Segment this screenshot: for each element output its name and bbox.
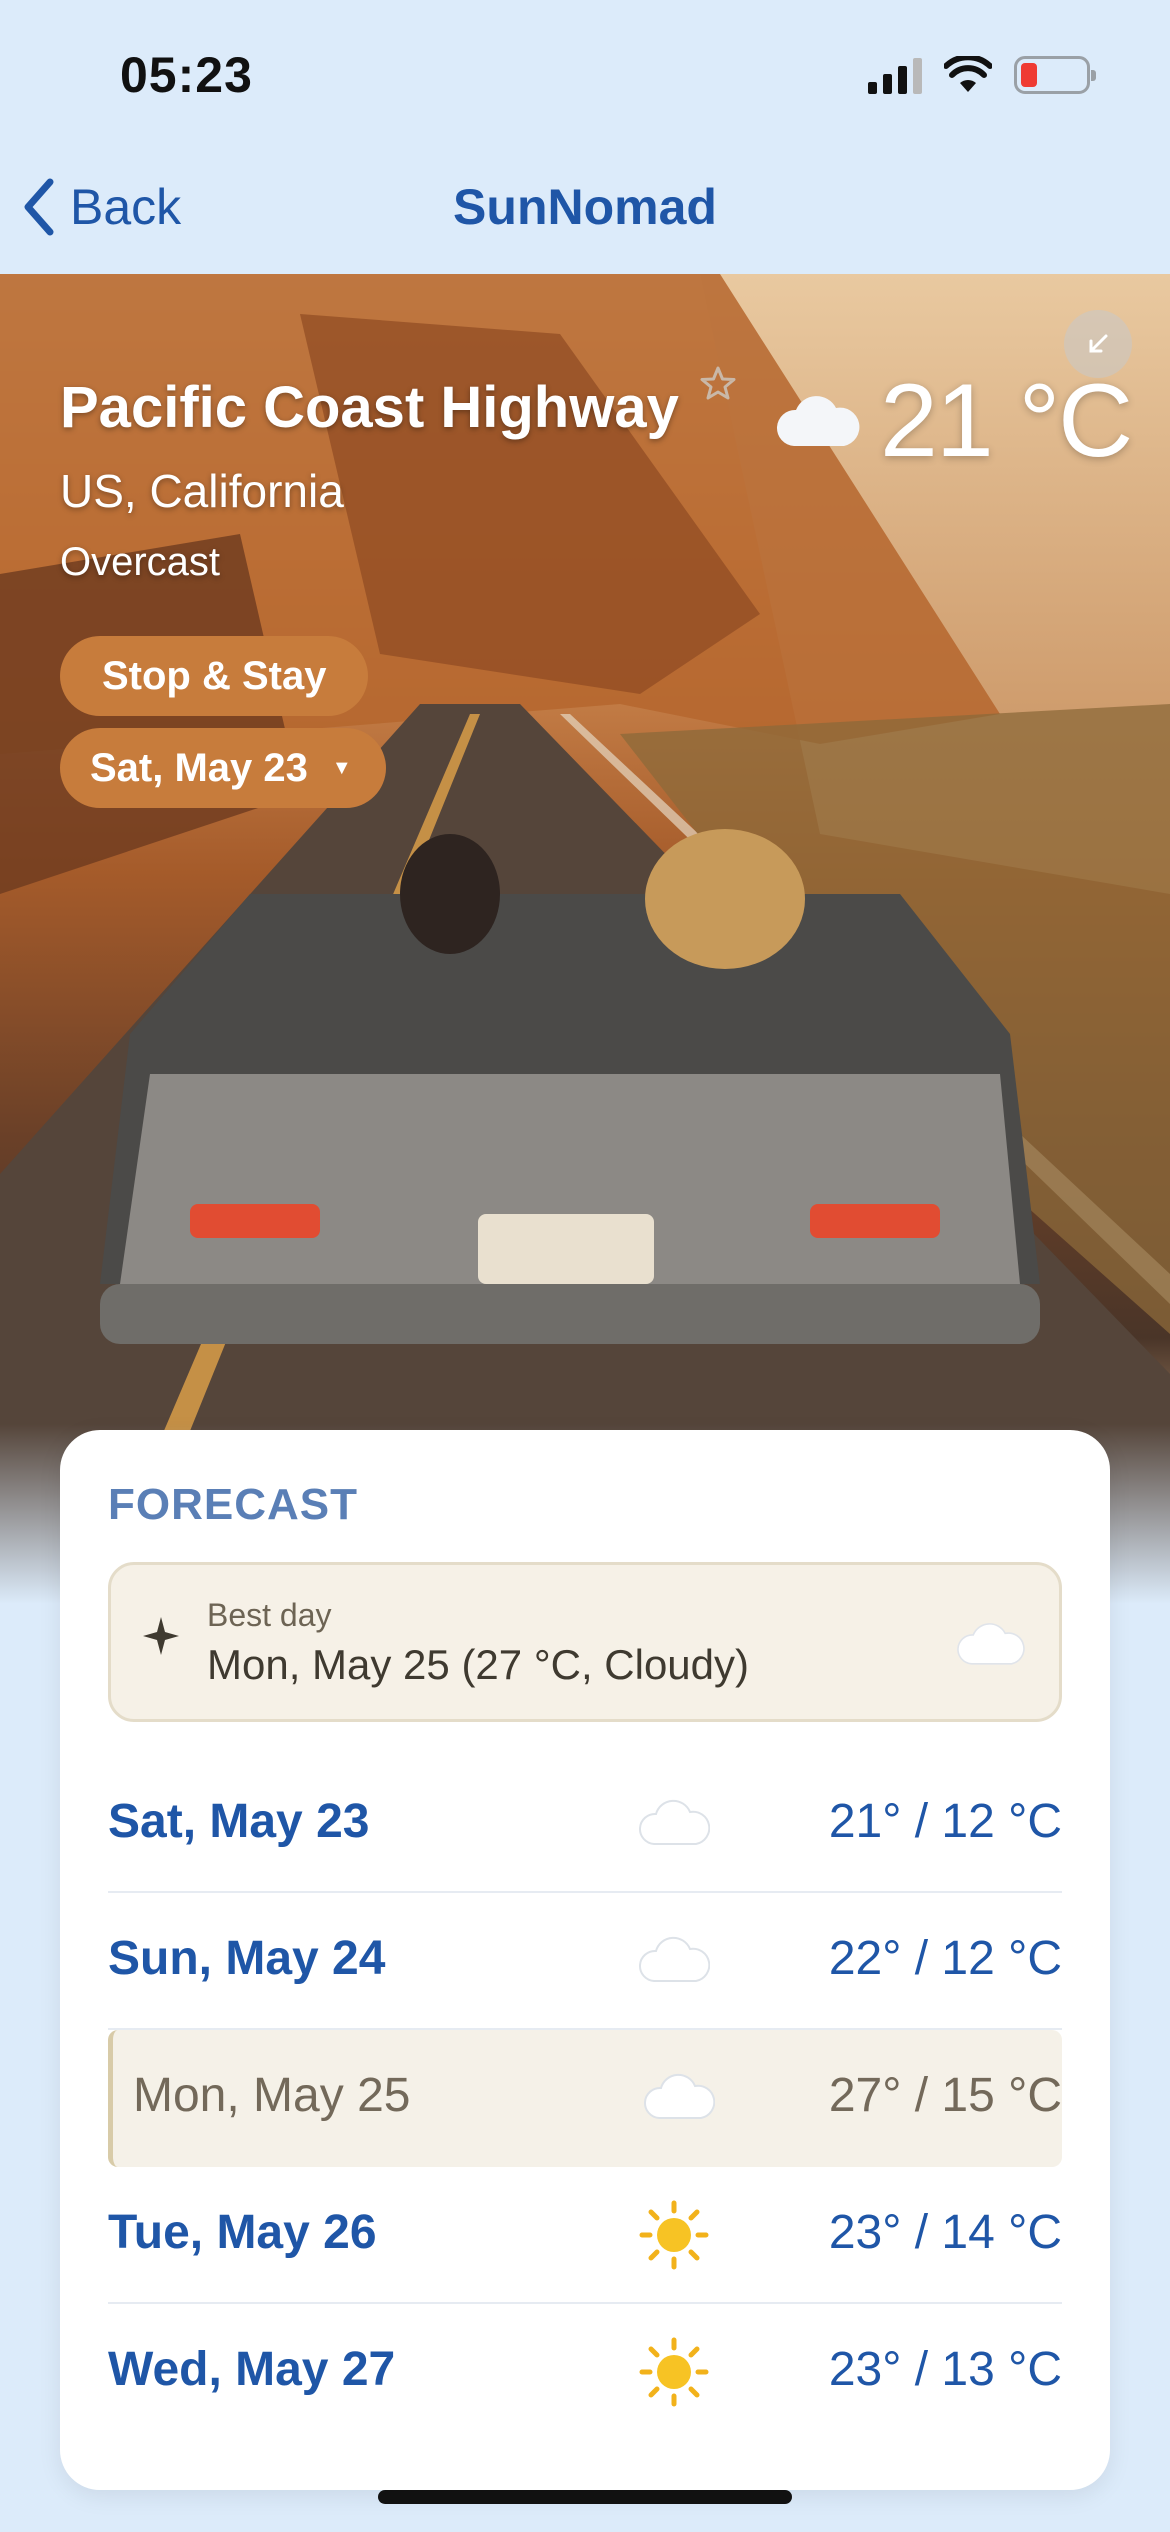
forecast-date: Wed, May 27 bbox=[108, 2343, 396, 2396]
stop-and-stay-label: Stop & Stay bbox=[102, 653, 327, 698]
forecast-date: Sat, May 23 bbox=[108, 1795, 370, 1848]
forecast-heading: FORECAST bbox=[108, 1480, 358, 1529]
best-day-label: Best day bbox=[207, 1597, 332, 1633]
navigation-bar: Back SunNomad bbox=[0, 150, 1170, 274]
caret-down-icon: ▼ bbox=[331, 756, 352, 779]
forecast-temperature: 27° / 15 °C bbox=[828, 2069, 1062, 2122]
forecast-temperature: 23° / 13 °C bbox=[828, 2343, 1062, 2396]
forecast-row-highlighted[interactable]: Mon, May 25 27° / 15 °C bbox=[108, 2030, 1062, 2167]
forecast-row[interactable]: Sun, May 24 22° / 12 °C bbox=[108, 1893, 1062, 2030]
forecast-row[interactable]: Tue, May 26 23° / 14 °C bbox=[108, 2167, 1062, 2304]
forecast-temperature: 21° / 12 °C bbox=[828, 1795, 1062, 1848]
current-temperature: 21 °C bbox=[880, 363, 1133, 479]
place-name: Pacific Coast Highway bbox=[60, 375, 679, 440]
battery-icon bbox=[1014, 56, 1096, 94]
app-title: SunNomad bbox=[453, 179, 717, 235]
forecast-date: Mon, May 25 bbox=[133, 2069, 411, 2122]
cellular-signal-icon bbox=[868, 56, 922, 94]
app-screen: 05:23 Back SunNomad Pacific Coast Highwa… bbox=[0, 0, 1170, 2532]
forecast-date: Sun, May 24 bbox=[108, 1932, 386, 1985]
wifi-icon bbox=[944, 56, 992, 92]
place-region: US, California bbox=[60, 465, 344, 517]
cloud-icon bbox=[957, 1623, 1025, 1665]
status-bar: 05:23 bbox=[0, 0, 1170, 150]
stop-and-stay-button[interactable]: Stop & Stay bbox=[60, 636, 369, 716]
favorite-star-icon[interactable] bbox=[698, 364, 738, 404]
cloud-icon bbox=[643, 2073, 715, 2119]
sun-icon bbox=[639, 2337, 709, 2407]
destination-hero: Pacific Coast Highway US, California Ove… bbox=[0, 274, 1170, 1604]
forecast-list: Sat, May 23 21° / 12 °C Sun, May 24 22° … bbox=[108, 1756, 1062, 2441]
forecast-row[interactable]: Wed, May 27 23° / 13 °C bbox=[108, 2304, 1062, 2441]
forecast-date: Tue, May 26 bbox=[108, 2206, 377, 2259]
best-day-value: Mon, May 25 (27 °C, Cloudy) bbox=[207, 1641, 750, 1688]
cloud-icon bbox=[776, 396, 860, 446]
status-time: 05:23 bbox=[120, 47, 253, 103]
sparkle-icon bbox=[143, 1617, 179, 1655]
best-day-banner[interactable]: Best day Mon, May 25 (27 °C, Cloudy) bbox=[108, 1562, 1062, 1722]
weather-condition: Overcast bbox=[60, 540, 221, 584]
sun-icon bbox=[639, 2200, 709, 2270]
battery-level bbox=[1021, 63, 1037, 87]
forecast-temperature: 23° / 14 °C bbox=[828, 2206, 1062, 2259]
status-icons bbox=[868, 56, 1096, 94]
cloud-icon bbox=[638, 1936, 710, 1982]
selected-date: Sat, May 23 bbox=[90, 745, 308, 790]
forecast-row[interactable]: Sat, May 23 21° / 12 °C bbox=[108, 1756, 1062, 1893]
forecast-card: FORECAST Best day Mon, May 25 (27 °C, Cl… bbox=[60, 1430, 1110, 2490]
date-picker[interactable]: Sat, May 23 ▼ bbox=[60, 728, 386, 808]
forecast-temperature: 22° / 12 °C bbox=[828, 1932, 1062, 1985]
collapse-arrow-icon bbox=[1089, 334, 1108, 353]
cloud-icon bbox=[638, 1799, 710, 1845]
home-indicator[interactable] bbox=[378, 2490, 792, 2504]
